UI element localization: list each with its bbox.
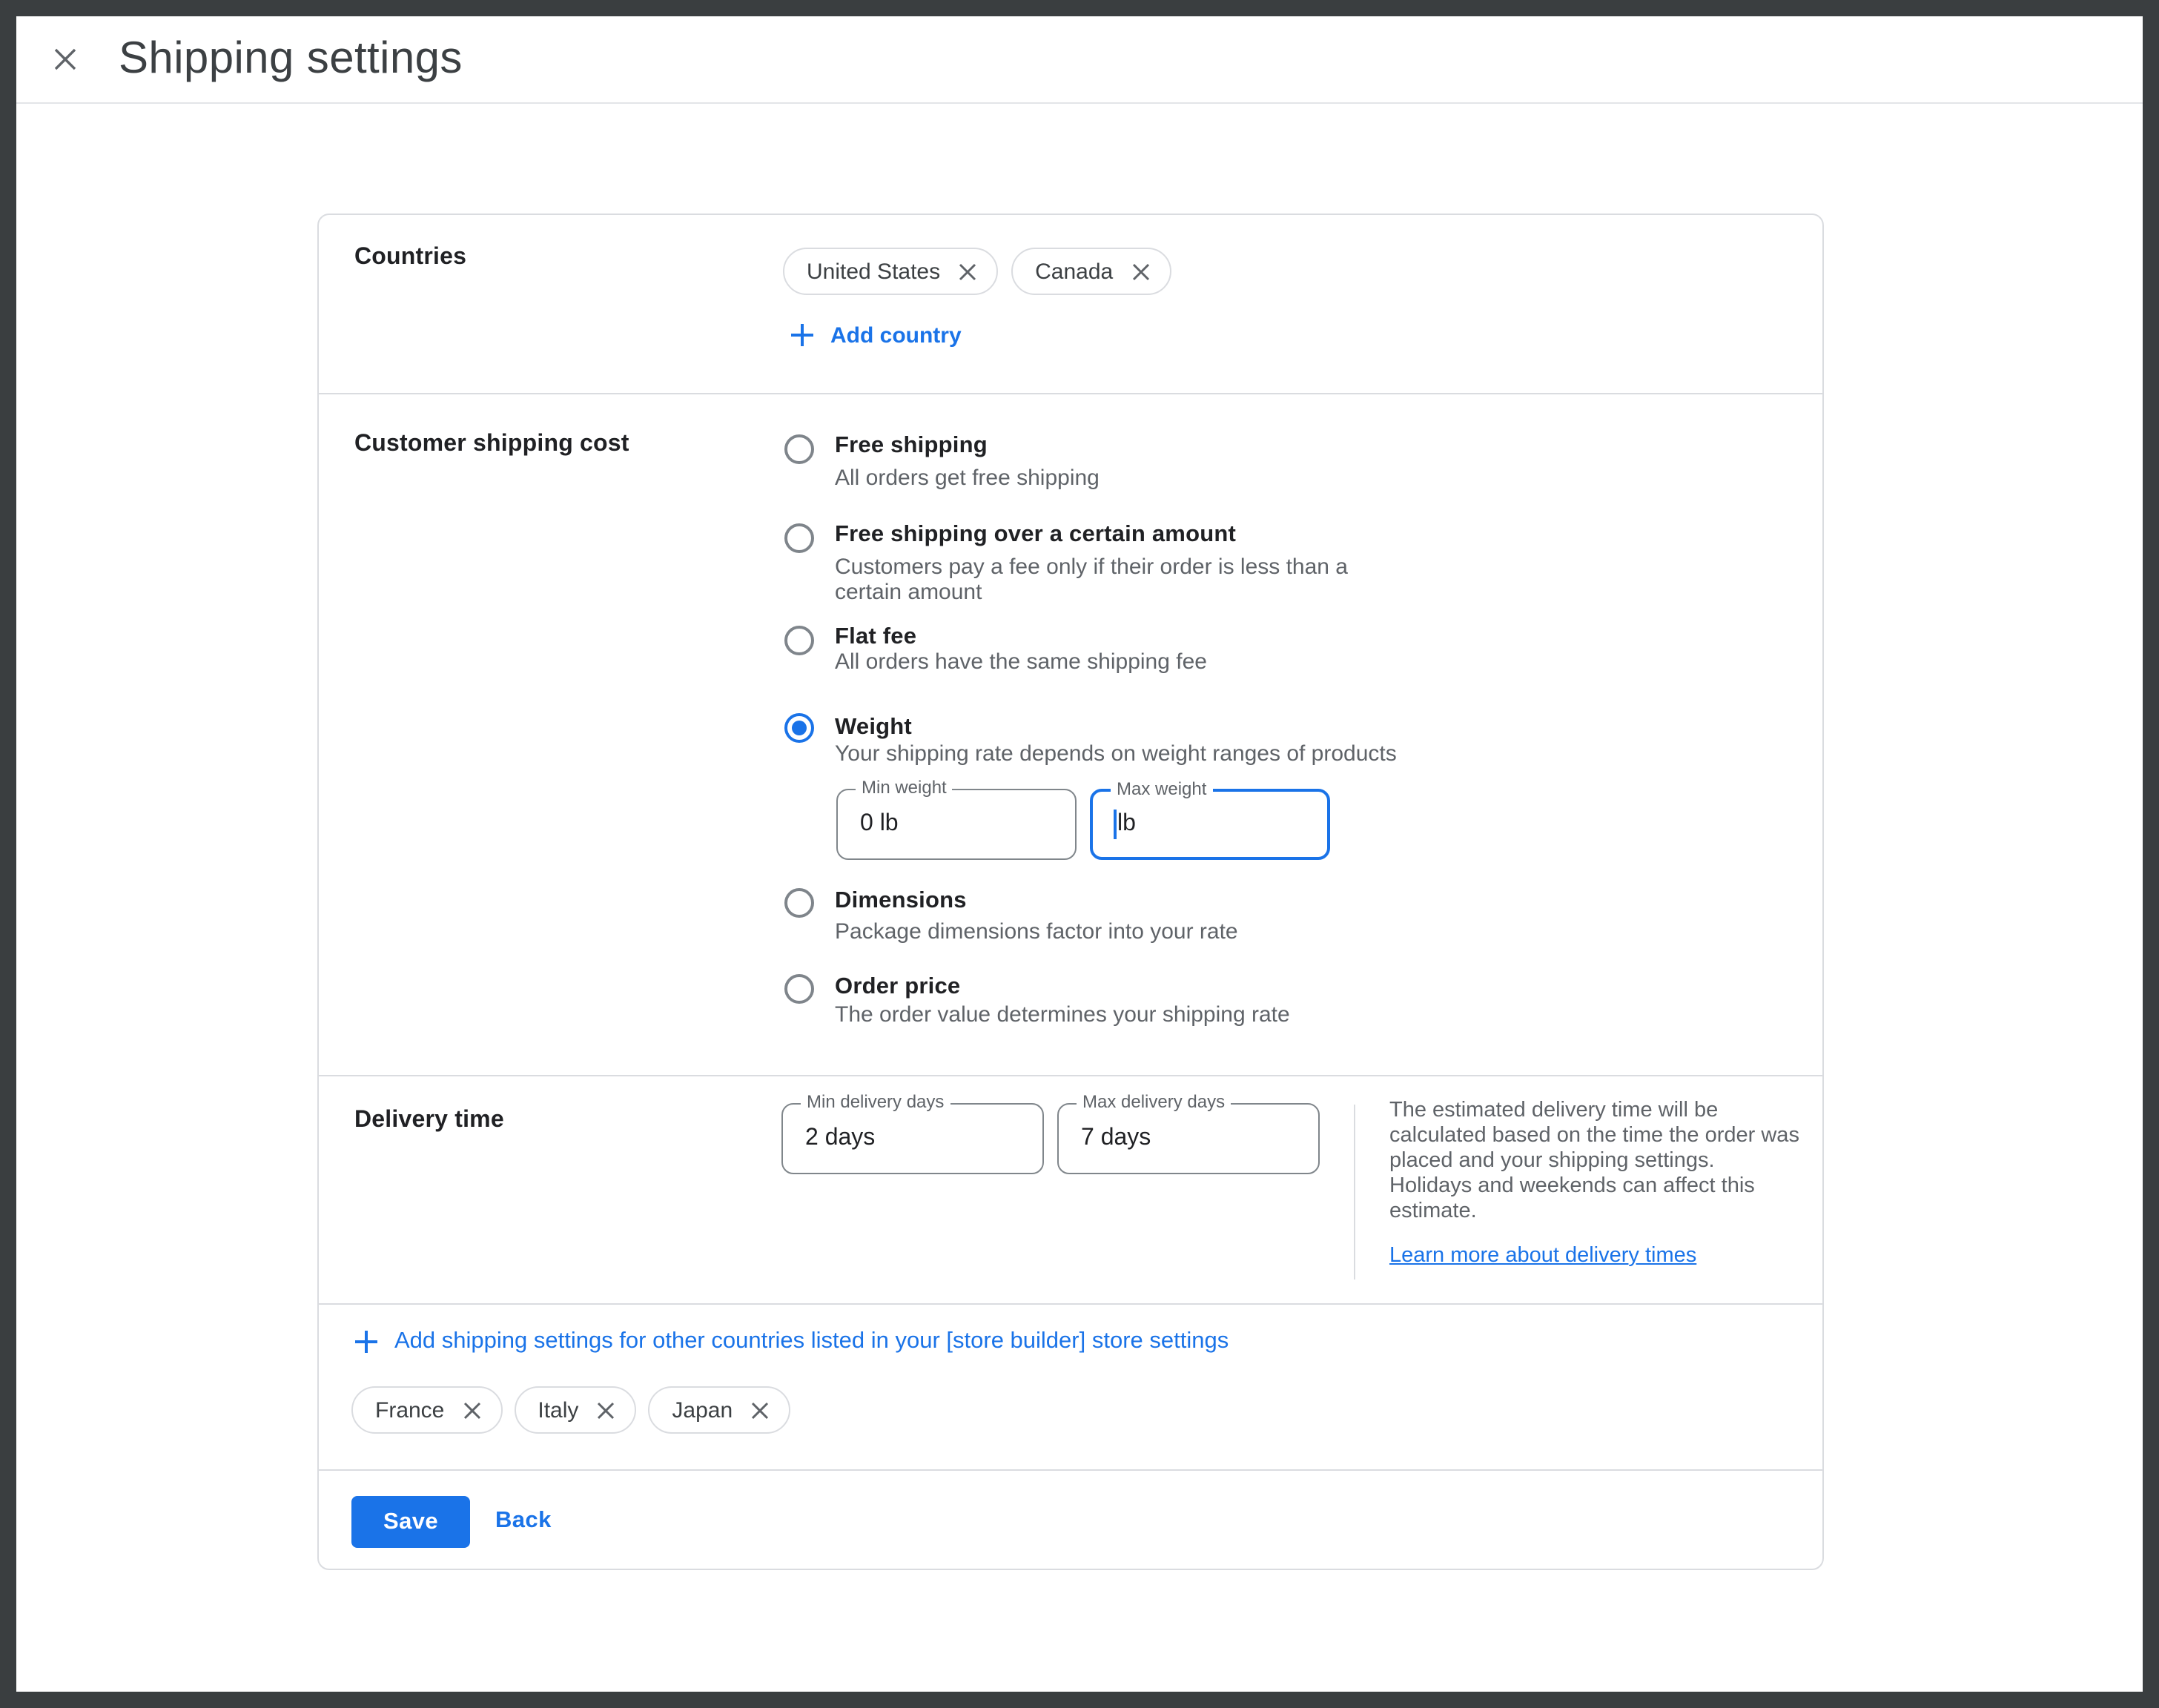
- divider: [319, 1469, 1822, 1471]
- close-button[interactable]: [53, 47, 77, 71]
- add-shipping-settings-link[interactable]: Add shipping settings for other countrie…: [353, 1327, 1229, 1357]
- min-weight-field[interactable]: Min weight 0 lb: [836, 789, 1077, 860]
- option-desc-free-shipping: All orders get free shipping: [835, 466, 1100, 491]
- dialog-header: Shipping settings: [16, 16, 2143, 104]
- country-chip-canada[interactable]: Canada: [1011, 248, 1171, 295]
- other-countries-chip-row: France Italy Japan: [351, 1386, 790, 1434]
- min-weight-label: Min weight: [856, 778, 953, 796]
- remove-icon[interactable]: [462, 1400, 481, 1420]
- page-title: Shipping settings: [119, 34, 463, 85]
- option-label-order-price: Order price: [835, 974, 960, 1001]
- option-label-weight: Weight: [835, 715, 912, 741]
- country-chip-italy[interactable]: Italy: [514, 1386, 636, 1434]
- shipping-cost-section-label: Customer shipping cost: [354, 431, 629, 458]
- save-button[interactable]: Save: [351, 1496, 470, 1548]
- remove-icon[interactable]: [1131, 262, 1150, 281]
- option-desc-flat-fee: All orders have the same shipping fee: [835, 649, 1207, 675]
- shipping-settings-card: Countries United States Canada: [317, 214, 1824, 1570]
- shipping-settings-dialog: Shipping settings Countries United State…: [16, 16, 2143, 1692]
- country-chip-japan[interactable]: Japan: [648, 1386, 790, 1434]
- min-delivery-days-label: Min delivery days: [801, 1093, 950, 1110]
- text-cursor: [1114, 810, 1116, 839]
- radio-dimensions[interactable]: [784, 888, 814, 918]
- plus-icon: [789, 322, 816, 348]
- min-weight-value: 0 lb: [860, 811, 899, 838]
- radio-free-shipping-over-amount[interactable]: [784, 523, 814, 553]
- add-country-button[interactable]: Add country: [789, 319, 962, 351]
- option-desc-free-shipping-over-amount: Customers pay a fee only if their order …: [835, 555, 1348, 605]
- min-delivery-days-field[interactable]: Min delivery days 2 days: [781, 1103, 1044, 1174]
- max-weight-label: Max weight: [1111, 780, 1212, 798]
- countries-chip-row: United States Canada: [783, 248, 1171, 295]
- add-shipping-settings-label: Add shipping settings for other countrie…: [394, 1328, 1229, 1355]
- max-weight-field[interactable]: Max weight lb: [1090, 789, 1330, 860]
- divider: [319, 393, 1822, 394]
- delivery-time-note: The estimated delivery time will be calc…: [1389, 1099, 1799, 1225]
- add-country-label: Add country: [830, 322, 962, 348]
- country-chip-label: Italy: [538, 1397, 578, 1423]
- delivery-time-section-label: Delivery time: [354, 1108, 504, 1134]
- divider: [319, 1303, 1822, 1305]
- note-divider: [1354, 1105, 1355, 1280]
- country-chip-label: France: [375, 1397, 444, 1423]
- back-button[interactable]: Back: [495, 1505, 552, 1537]
- country-chip-label: Canada: [1035, 259, 1113, 284]
- plus-icon: [353, 1328, 380, 1355]
- option-label-free-shipping: Free shipping: [835, 433, 988, 460]
- option-label-flat-fee: Flat fee: [835, 624, 916, 651]
- country-chip-label: United States: [807, 259, 940, 284]
- screenshot-frame: Shipping settings Countries United State…: [0, 0, 2159, 1708]
- option-desc-weight: Your shipping rate depends on weight ran…: [835, 741, 1397, 767]
- radio-weight-selected[interactable]: [784, 713, 814, 743]
- remove-icon[interactable]: [596, 1400, 615, 1420]
- max-weight-value: lb: [1117, 811, 1136, 838]
- country-chip-france[interactable]: France: [351, 1386, 502, 1434]
- remove-icon[interactable]: [958, 262, 977, 281]
- radio-flat-fee[interactable]: [784, 626, 814, 655]
- option-desc-dimensions: Package dimensions factor into your rate: [835, 919, 1238, 944]
- max-delivery-days-label: Max delivery days: [1077, 1093, 1231, 1110]
- divider: [319, 1075, 1822, 1076]
- country-chip-united-states[interactable]: United States: [783, 248, 998, 295]
- option-label-free-shipping-over-amount: Free shipping over a certain amount: [835, 522, 1236, 549]
- option-desc-order-price: The order value determines your shipping…: [835, 1002, 1290, 1027]
- radio-order-price[interactable]: [784, 974, 814, 1004]
- close-icon: [53, 47, 77, 71]
- country-chip-label: Japan: [672, 1397, 733, 1423]
- max-delivery-days-value: 7 days: [1081, 1125, 1151, 1152]
- countries-section-label: Countries: [354, 245, 466, 271]
- delivery-times-learn-more-link[interactable]: Learn more about delivery times: [1389, 1244, 1696, 1268]
- min-delivery-days-value: 2 days: [805, 1125, 875, 1152]
- remove-icon[interactable]: [750, 1400, 770, 1420]
- max-delivery-days-field[interactable]: Max delivery days 7 days: [1057, 1103, 1320, 1174]
- radio-free-shipping[interactable]: [784, 434, 814, 464]
- option-label-dimensions: Dimensions: [835, 888, 967, 915]
